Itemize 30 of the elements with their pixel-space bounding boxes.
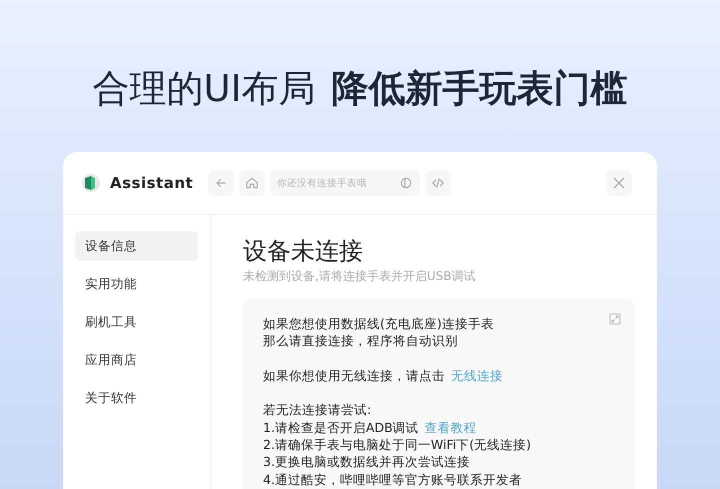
info-text: 如果你想使用无线连接，请点击 无线连接 — [263, 366, 504, 384]
info-text: 如果您想使用数据线(充电底座)连接手表 — [263, 315, 495, 332]
info-text: 1.请检查是否开启ADB调试 查看教程 — [263, 418, 478, 436]
info-text: 那么请直接连接，程序将自动识别 — [263, 332, 459, 350]
code-icon — [431, 176, 445, 190]
home-button[interactable] — [239, 170, 265, 196]
sidebar-item[interactable]: 刷机工具 — [75, 307, 198, 337]
close-button[interactable] — [606, 170, 632, 196]
logo-icon — [81, 173, 101, 193]
sidebar-item[interactable]: 实用功能 — [75, 269, 198, 299]
page-subtitle: 未检测到设备,请将连接手表并开启USB调试 — [243, 268, 476, 285]
expand-icon[interactable] — [609, 313, 621, 325]
code-button[interactable] — [425, 170, 451, 196]
info-text: 若无法连接请尝试: — [263, 401, 372, 419]
sidebar-item[interactable]: 设备信息 — [75, 231, 198, 261]
close-icon — [611, 175, 627, 191]
circle-icon — [399, 176, 413, 190]
info-text: 3.更换电脑或数据线并再次尝试连接 — [263, 453, 471, 471]
address-field[interactable]: 你还没有连接手表哦 — [270, 170, 420, 196]
info-text: 2.请确保手表与电脑处于同一WiFi下(无线连接) — [263, 436, 532, 454]
info-text: 4.通过酷安，哔哩哔哩等官方账号联系开发者 — [263, 470, 523, 488]
headline: 降低新手玩表门槛 — [332, 66, 628, 112]
sidebar-item[interactable]: 关于软件 — [75, 383, 198, 413]
app-name: Assistant — [110, 174, 194, 192]
sidebar-item[interactable]: 应用商店 — [75, 345, 198, 375]
headline: 合理的UI布局 — [92, 66, 316, 112]
back-arrow-icon — [214, 176, 228, 190]
back-button[interactable] — [208, 170, 234, 196]
home-icon — [245, 176, 259, 190]
page-title: 设备未连接 — [243, 236, 364, 267]
